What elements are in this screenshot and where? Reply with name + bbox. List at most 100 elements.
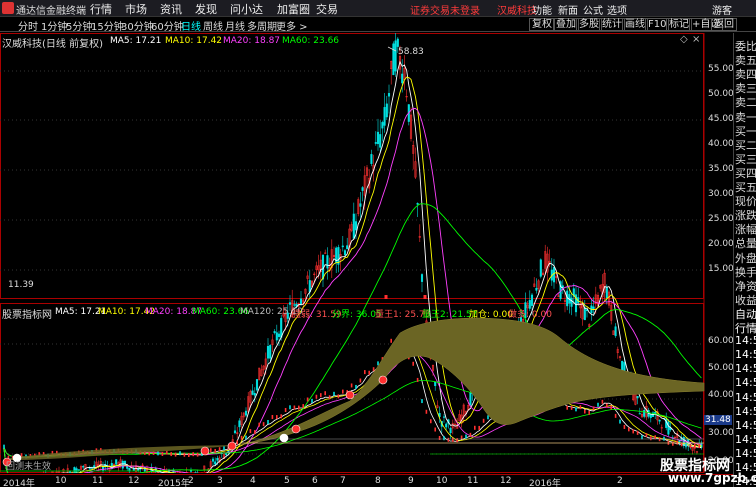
menu-gongneng[interactable]: 功能: [532, 2, 552, 17]
close-icon[interactable]: ×: [692, 34, 700, 45]
ma-lines: [3, 46, 702, 487]
date-tick: 12: [500, 476, 512, 486]
price-tick: 15.00: [708, 264, 734, 274]
signal-marker: [279, 433, 289, 443]
back-button[interactable]: 返回: [711, 18, 737, 31]
period-60min[interactable]: 60分钟: [151, 18, 184, 33]
menu-jiafuquan[interactable]: 加富圈: [277, 1, 310, 17]
high-price-label: 58.83: [398, 47, 424, 57]
price-tick: 30.00: [708, 189, 734, 199]
period-30min[interactable]: 30分钟: [121, 18, 154, 33]
period-month[interactable]: 月线: [225, 18, 245, 33]
user-guest[interactable]: 游客: [712, 2, 732, 17]
signal-marker: [291, 424, 301, 434]
watermark-line2: www.7gpzb.com: [668, 471, 756, 485]
menu-shichang[interactable]: 市场: [125, 1, 147, 17]
period-multi[interactable]: 多周期: [247, 18, 277, 33]
maximize-icon[interactable]: ◇: [680, 34, 688, 45]
sell-marker: [423, 295, 427, 299]
period-fenshi[interactable]: 分时: [18, 18, 38, 33]
app-name: 通达信金融终端: [16, 6, 86, 17]
fuquan-button[interactable]: 复权: [529, 18, 555, 31]
signal-marker: [345, 390, 355, 400]
quote-panel-label: 14:5: [735, 348, 756, 362]
date-tick: 8: [375, 476, 381, 486]
menu-hangqing[interactable]: 行情: [90, 1, 112, 17]
chart-area[interactable]: 汉威科技(日线 前复权) MA5: 17.21 MA10: 17.42 MA20…: [0, 31, 734, 487]
ind-tick: 40.00: [708, 390, 734, 400]
period-day[interactable]: 日线: [181, 18, 201, 33]
price-tick: 50.00: [708, 89, 734, 99]
stock-name-header: 汉威科技: [497, 6, 537, 17]
title-bar: 通达信金融终端 行情 市场 资讯 发现 问小达 加富圈 交易 证券交易未登录 汉…: [0, 0, 756, 17]
date-tick: 10: [436, 476, 448, 486]
ma10-label: MA10: 17.42: [165, 36, 223, 46]
quote-panel-label: 14:5: [735, 362, 756, 376]
period-15min[interactable]: 15分钟: [91, 18, 124, 33]
indicator-title: 股票指标网: [2, 310, 52, 321]
ind-jiacang-label: 加仓: 0.00: [469, 310, 513, 320]
period-week[interactable]: 周线: [203, 18, 223, 33]
date-tick: 11: [467, 476, 479, 486]
quote-panel-label: 14:5: [735, 432, 756, 446]
period-more[interactable]: 更多 >: [276, 18, 308, 33]
ma20-label: MA20: 18.87: [223, 36, 281, 46]
date-tick: 9: [408, 476, 414, 486]
candlestick-series: [2, 31, 703, 487]
signal-markers: [2, 295, 427, 467]
app-logo-icon: [2, 2, 14, 14]
date-axis: 2014年 10 11 12 2015年 2 3 4 5 6 7 8 9 10 11 12 2016年 2: [0, 474, 733, 487]
date-tick: 7: [340, 476, 346, 486]
date-tick: 10: [55, 476, 67, 486]
price-tick: 45.00: [708, 114, 734, 124]
date-tick: 2: [188, 476, 194, 486]
main-chart-title: 汉威科技(日线 前复权): [2, 39, 103, 50]
menu-jiaoyi[interactable]: 交易: [316, 1, 338, 17]
menu-faxian[interactable]: 发现: [195, 1, 217, 17]
price-tick: 40.00: [708, 139, 734, 149]
price-tick: 25.00: [708, 214, 734, 224]
signal-marker: [378, 375, 388, 385]
quote-panel-label: 14:5: [735, 376, 756, 390]
price-tick: 55.00: [708, 64, 734, 74]
date-tick: 2014年: [3, 479, 35, 487]
sell-marker: [384, 295, 388, 299]
date-tick: 12: [128, 476, 140, 486]
ind-tick: 30.00: [708, 428, 734, 438]
login-warning[interactable]: 证券交易未登录: [410, 2, 480, 17]
period-1min[interactable]: 1分钟: [41, 18, 67, 33]
ind-tick: 60.00: [708, 336, 734, 346]
ma5-label: MA5: 17.21: [110, 36, 162, 46]
menu-xuanxiang[interactable]: 选项: [607, 2, 627, 17]
watermark: 股票指标网 www.7gpzb.com: [660, 455, 756, 487]
ind-zuoduo-label: 做多: 0.00: [508, 310, 552, 320]
signal-marker: [227, 441, 237, 451]
kline-svg[interactable]: [0, 31, 733, 487]
date-tick: 5: [284, 476, 290, 486]
date-tick: 2: [617, 476, 623, 486]
date-tick: 4: [250, 476, 256, 486]
quote-panel-label: 14:5: [735, 334, 756, 348]
date-tick: 3: [217, 476, 223, 486]
ind-tick: 50.00: [708, 363, 734, 373]
quote-panel-label: 14:5: [735, 390, 756, 404]
signal-marker: [200, 446, 210, 456]
date-tick: 11: [92, 476, 104, 486]
date-tick: 6: [312, 476, 318, 486]
period-5min[interactable]: 5分钟: [66, 18, 92, 33]
menu-zixun[interactable]: 资讯: [160, 1, 182, 17]
date-tick: 2015年: [158, 479, 190, 487]
date-tick: 2016年: [529, 479, 561, 487]
period-toolbar: 分时 1分钟 5分钟 15分钟 30分钟 60分钟 日线 周线 月线 多周期 更…: [0, 17, 756, 33]
ma60-label: MA60: 23.66: [282, 36, 340, 46]
quote-panel: 委比 卖五 卖四 卖三 卖二 卖一 买一 买二 买三 买四 买五 现价 涨跌 涨幅 总量 外盘 换手 净资 收益 自动…: [733, 33, 756, 487]
menu-xinmian[interactable]: 新面: [558, 2, 578, 17]
current-value-tag: 31.48: [704, 415, 732, 425]
low-price-label: 11.39: [8, 280, 34, 290]
menu-gongshi[interactable]: 公式: [583, 2, 603, 17]
price-tick: 35.00: [708, 164, 734, 174]
price-tick: 20.00: [708, 239, 734, 249]
indicator-bottom-text: 回测未生效: [6, 462, 52, 472]
quote-panel-label: 14:5: [735, 418, 756, 432]
menu-wenxiaoda[interactable]: 问小达: [230, 1, 263, 17]
